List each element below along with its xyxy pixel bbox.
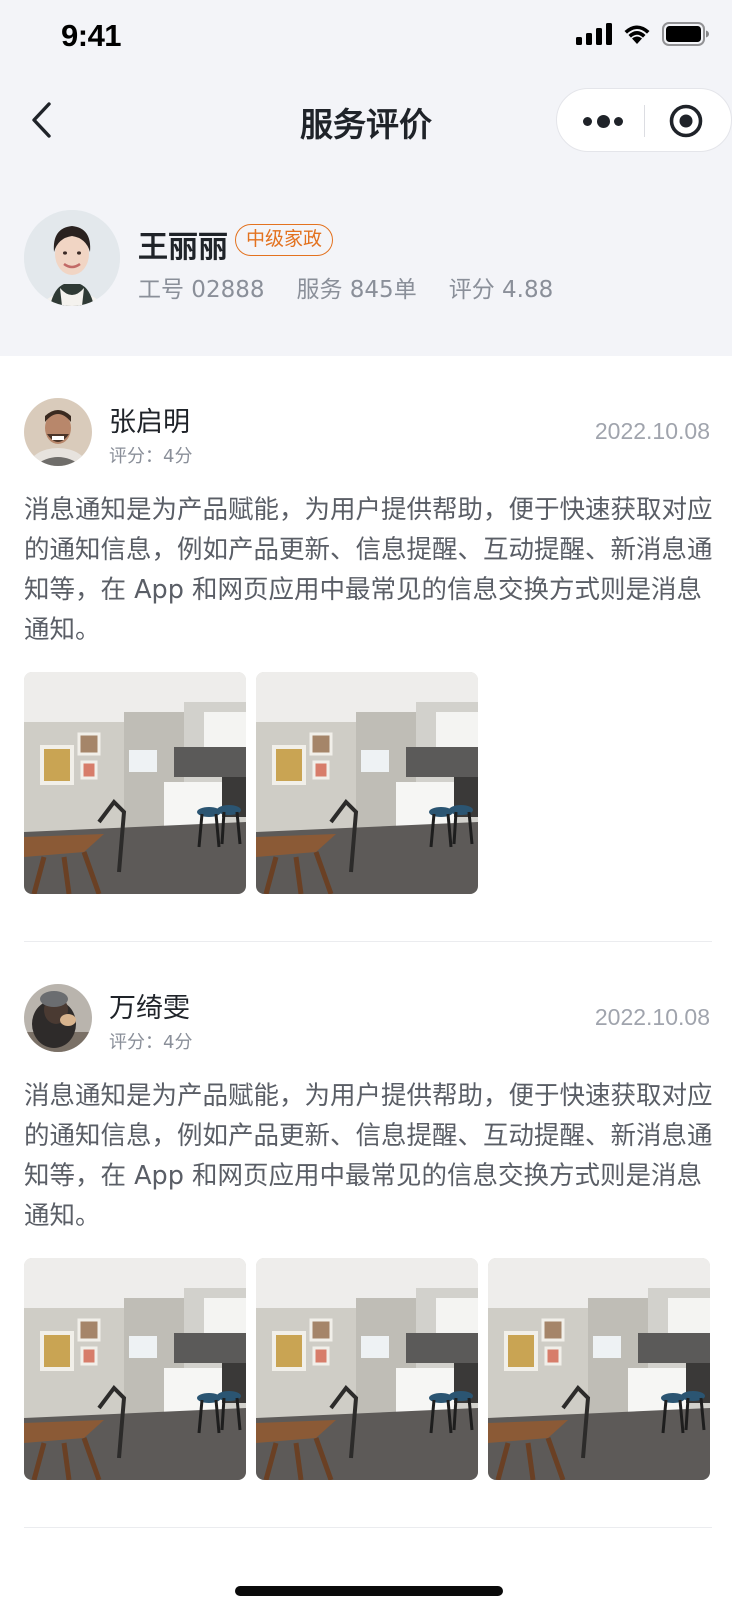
review-photos <box>24 672 478 894</box>
nav-bar: 服务评价 <box>0 76 732 164</box>
avatar <box>24 398 92 466</box>
review-photo[interactable] <box>24 1258 246 1480</box>
reviewer-avatar-image <box>24 984 92 1052</box>
avatar <box>24 210 120 306</box>
status-icons <box>576 22 710 46</box>
worker-id: 工号 02888 <box>138 277 265 303</box>
worker-stats: 工号 02888 服务 845单 评分 4.88 <box>138 270 585 304</box>
room-photo-image <box>488 1258 710 1480</box>
review-item: 万绮雯 评分：4分 2022.10.08 消息通知是为产品赋能，为用户提供帮助，… <box>0 984 732 1484</box>
more-button[interactable] <box>583 111 623 131</box>
divider <box>24 1527 712 1528</box>
review-photo[interactable] <box>256 1258 478 1480</box>
reviewer-avatar-image <box>24 398 92 466</box>
capsule-divider <box>644 105 645 137</box>
worker-rating: 评分 4.88 <box>448 277 554 303</box>
review-text: 消息通知是为产品赋能，为用户提供帮助，便于快速获取对应的通知信息，例如产品更新、… <box>24 1081 713 1231</box>
review-photos <box>24 1258 710 1480</box>
miniprogram-capsule <box>556 88 732 152</box>
more-dot-icon <box>596 114 610 128</box>
worker-service-count: 服务 845单 <box>296 277 417 303</box>
status-bar: 9:41 <box>0 0 732 76</box>
review-text: 消息通知是为产品赋能，为用户提供帮助，便于快速获取对应的通知信息，例如产品更新、… <box>24 495 713 645</box>
room-photo-image <box>256 672 478 894</box>
review-item: 张启明 评分：4分 2022.10.08 消息通知是为产品赋能，为用户提供帮助，… <box>0 398 732 898</box>
reviewer-name: 万绮雯 <box>109 993 190 1024</box>
room-photo-image <box>24 672 246 894</box>
close-miniprogram-button[interactable] <box>669 104 703 138</box>
reviewer-score: 评分：4分 <box>109 446 193 467</box>
reviewer-score: 评分：4分 <box>109 1032 193 1053</box>
worker-card: 王丽丽 中级家政 工号 02888 服务 845单 评分 4.88 <box>0 210 732 310</box>
home-indicator[interactable] <box>235 1586 503 1596</box>
divider <box>24 941 712 942</box>
level-badge: 中级家政 <box>235 224 334 256</box>
more-dot-icon <box>583 116 592 126</box>
review-photo[interactable] <box>24 672 246 894</box>
room-photo-image <box>24 1258 246 1480</box>
worker-avatar-image <box>24 210 120 306</box>
status-time: 9:41 <box>61 18 122 53</box>
battery-icon <box>662 22 709 46</box>
worker-name: 王丽丽 <box>138 230 228 265</box>
signal-icon <box>576 23 612 45</box>
avatar <box>24 984 92 1052</box>
review-photo[interactable] <box>256 672 478 894</box>
room-photo-image <box>256 1258 478 1480</box>
wifi-icon <box>624 25 650 44</box>
reviewer-name: 张启明 <box>109 407 190 438</box>
review-photo[interactable] <box>488 1258 710 1480</box>
review-date: 2022.10.08 <box>594 1004 710 1030</box>
more-dot-icon <box>614 116 623 126</box>
review-date: 2022.10.08 <box>594 418 710 444</box>
